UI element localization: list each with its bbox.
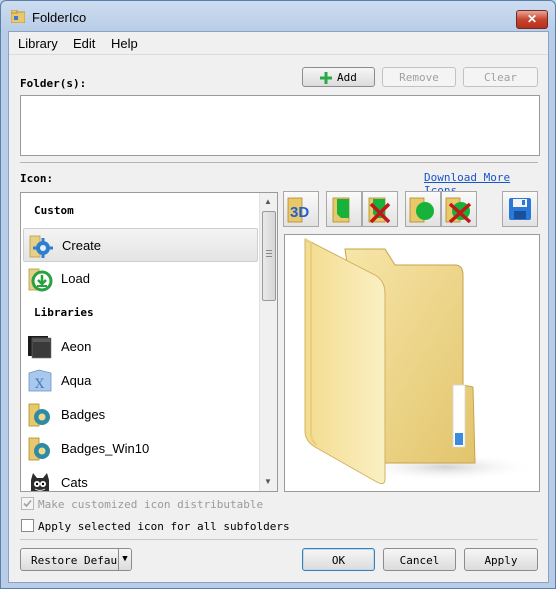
list-item-cats[interactable]: Cats	[23, 466, 256, 491]
dropdown-arrow-icon[interactable]: ▼	[118, 549, 131, 570]
list-item-aeon[interactable]: Aeon	[23, 330, 256, 362]
list-header-custom: Custom	[34, 204, 74, 217]
apply-button-label: Apply	[484, 554, 518, 567]
apply-subfolders-checkbox[interactable]	[21, 519, 34, 532]
add-button[interactable]: Add	[302, 67, 375, 87]
aeon-library-icon	[28, 336, 52, 359]
cancel-button-label: Cancel	[399, 554, 440, 567]
add-overlay-tool-button[interactable]	[326, 191, 362, 227]
green-folder-icon	[332, 197, 350, 223]
remove-button-label: Remove	[399, 71, 439, 84]
add-button-label: Add	[337, 71, 357, 84]
list-item-badges[interactable]: Badges	[23, 398, 256, 430]
folder-list[interactable]	[20, 95, 540, 156]
close-button[interactable]: ✕	[516, 10, 548, 29]
icon-preview	[284, 234, 540, 492]
scroll-up-arrow-icon[interactable]: ▲	[264, 197, 272, 206]
svg-text:3D: 3D	[290, 204, 309, 221]
list-item-load[interactable]: Load	[23, 262, 256, 294]
add-badge-tool-button[interactable]	[405, 191, 441, 227]
restore-default-button[interactable]: Restore Default ▼	[20, 548, 132, 571]
close-icon: ✕	[526, 12, 538, 26]
3d-folder-tool-button[interactable]: 3D	[283, 191, 319, 227]
clear-button-label: Clear	[483, 71, 518, 84]
ok-button[interactable]: OK	[302, 548, 375, 571]
remove-button[interactable]: Remove	[382, 67, 456, 87]
restore-default-label: Restore Default	[31, 554, 131, 567]
list-item-label: Aeon	[61, 339, 92, 354]
list-item-create[interactable]: Create	[23, 228, 258, 262]
remove-overlay-icon	[368, 197, 391, 224]
svg-text:X: X	[35, 377, 45, 392]
plus-icon	[320, 72, 332, 84]
badges-library-icon	[28, 403, 50, 427]
icon-label: Icon:	[20, 172, 54, 185]
badges-win10-library-icon	[28, 437, 50, 461]
list-header-libraries: Libraries	[34, 306, 94, 319]
dialog-body: Library Edit Help Folder(s): Add Remove …	[8, 31, 549, 583]
create-icon	[29, 235, 53, 258]
window-title: FolderIco	[32, 10, 87, 25]
menu-edit[interactable]: Edit	[73, 36, 95, 51]
list-scrollbar[interactable]: ▲ ▼	[259, 193, 277, 491]
distributable-checkbox[interactable]	[21, 497, 34, 510]
aqua-library-icon: X	[28, 369, 52, 392]
scroll-down-arrow-icon[interactable]: ▼	[264, 477, 272, 486]
scroll-thumb[interactable]	[262, 211, 276, 301]
icon-library-list[interactable]: Custom Create Load Libraries Aeon X Aqua…	[20, 192, 278, 492]
folders-label: Folder(s):	[20, 77, 87, 90]
title-bar[interactable]: FolderIco ✕	[1, 1, 555, 31]
list-item-label: Badges_Win10	[61, 441, 150, 456]
list-item-aqua[interactable]: X Aqua	[23, 364, 256, 396]
folderico-app-icon	[11, 10, 25, 23]
list-item-label: Cats	[61, 475, 88, 490]
remove-badge-tool-button[interactable]	[441, 191, 477, 227]
remove-badge-icon	[445, 197, 472, 224]
clear-button[interactable]: Clear	[463, 67, 538, 87]
folder-preview-icon	[304, 238, 535, 485]
footer-divider	[20, 539, 538, 540]
cancel-button[interactable]: Cancel	[383, 548, 456, 571]
floppy-save-icon	[509, 198, 531, 220]
apply-button[interactable]: Apply	[464, 548, 538, 571]
list-item-label: Aqua	[61, 373, 92, 388]
list-item-badges-win10[interactable]: Badges_Win10	[23, 432, 256, 464]
menu-bar: Library Edit Help	[9, 32, 548, 55]
list-item-label: Load	[61, 271, 90, 286]
3d-icon: 3D	[287, 197, 309, 223]
remove-overlay-tool-button[interactable]	[362, 191, 398, 227]
menu-help[interactable]: Help	[111, 36, 138, 51]
app-window: FolderIco ✕ Library Edit Help Folder(s):…	[0, 0, 556, 589]
save-icon-tool-button[interactable]	[502, 191, 538, 227]
divider	[20, 162, 538, 163]
list-item-label: Create	[62, 238, 102, 253]
distributable-label: Make customized icon distributable	[38, 498, 264, 511]
list-item-label: Badges	[61, 407, 106, 422]
checkmark-icon	[23, 499, 32, 508]
green-badge-icon	[409, 197, 434, 223]
cats-library-icon	[31, 473, 49, 491]
load-icon	[28, 268, 53, 292]
ok-button-label: OK	[331, 554, 346, 567]
menu-library[interactable]: Library	[18, 36, 58, 51]
apply-subfolders-label: Apply selected icon for all subfolders	[38, 520, 290, 533]
